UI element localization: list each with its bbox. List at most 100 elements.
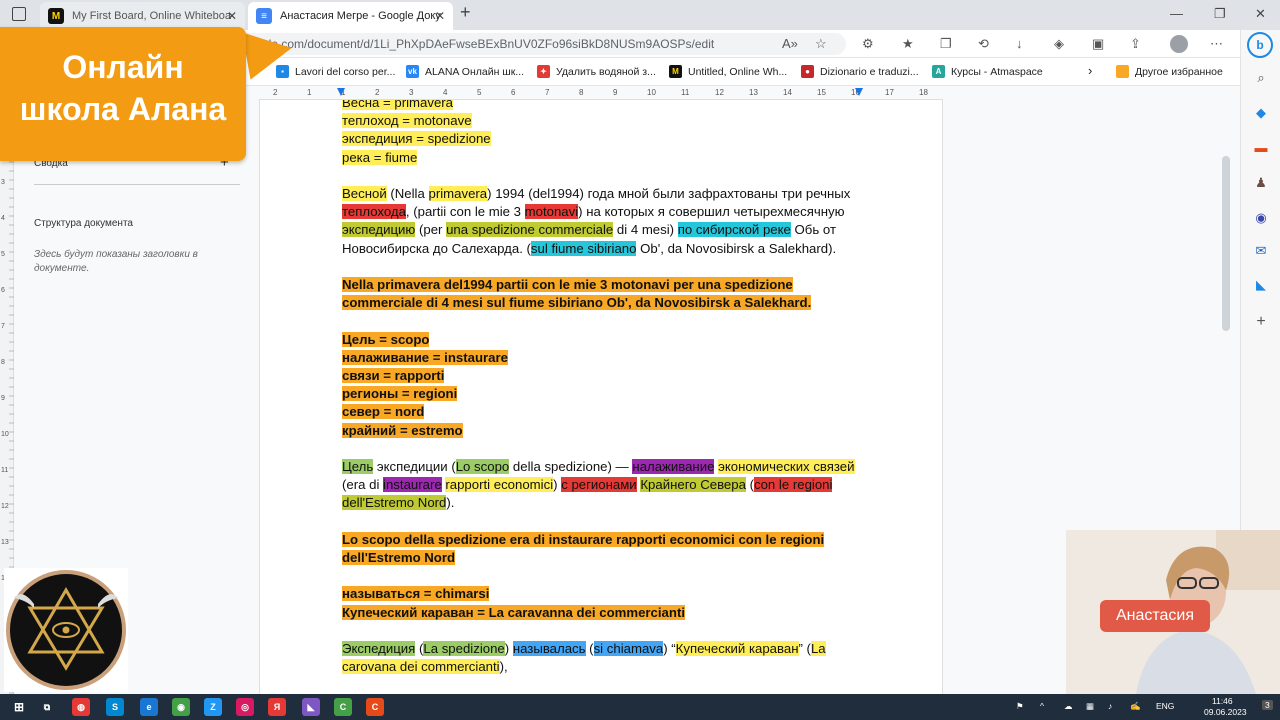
- tab-miro[interactable]: M My First Board, Online Whiteboa ✕: [40, 2, 245, 30]
- scrollbar[interactable]: [1222, 156, 1230, 331]
- paragraph: Весной (Nella primavera) 1994 (del1994) …: [342, 185, 862, 258]
- yandex-browser-icon[interactable]: Я: [268, 698, 286, 716]
- chevron-up-icon[interactable]: ^: [1040, 701, 1044, 711]
- people-icon[interactable]: ⚑: [1016, 701, 1024, 712]
- cloud-icon[interactable]: ☁: [1064, 701, 1073, 712]
- zoom-icon[interactable]: Z: [204, 698, 222, 716]
- bing-icon[interactable]: b: [1247, 32, 1273, 58]
- favorite-item[interactable]: ● Dizionario e traduzi...: [801, 65, 919, 78]
- history-icon[interactable]: ⟲: [978, 36, 989, 52]
- volume-icon[interactable]: ♪: [1108, 701, 1112, 711]
- camtasia-green-icon[interactable]: C: [334, 698, 352, 716]
- profile-avatar[interactable]: [1170, 35, 1188, 53]
- text-run: di 4 mesi): [613, 222, 678, 238]
- banner-line: Онлайн: [62, 49, 184, 85]
- text-run: ) на которых я совершил четырехмесячную: [578, 204, 845, 220]
- ruler-number: 13: [749, 88, 758, 97]
- visual-studio-icon[interactable]: ◣: [302, 698, 320, 716]
- performance-icon[interactable]: ◈: [1054, 36, 1064, 52]
- chrome-icon[interactable]: ◉: [172, 698, 190, 716]
- text-run: по сибирской реке: [677, 222, 791, 238]
- vocab-line: называться = chimarsi: [342, 586, 490, 602]
- ruler-number: 4: [1, 215, 5, 222]
- text-run: Экспедиция: [342, 640, 416, 656]
- shopping-icon[interactable]: ◆: [1253, 105, 1269, 121]
- ruler-number: 2: [273, 88, 278, 97]
- lang-indicator[interactable]: ENG: [1156, 701, 1174, 711]
- search-icon[interactable]: ⌕: [1253, 70, 1269, 86]
- text-run: Lo scopo: [455, 459, 510, 474]
- task-view-icon[interactable]: ⧉: [38, 698, 56, 716]
- notification-badge[interactable]: 3: [1262, 700, 1273, 710]
- vocab-line: регионы = regioni: [342, 386, 458, 402]
- tools-icon[interactable]: ▬: [1253, 140, 1269, 156]
- url-field[interactable]: google.com/document/d/1Li_PhXpDAeFwseBEx…: [236, 33, 846, 55]
- ruler-number: 11: [681, 88, 690, 97]
- language-icon[interactable]: ✍: [1130, 701, 1141, 712]
- text-run: ),: [499, 659, 508, 675]
- text-run: экономических связей: [718, 459, 855, 474]
- tab-actions-icon[interactable]: [12, 7, 26, 21]
- favorites-icon[interactable]: ★: [902, 36, 914, 52]
- collections-icon[interactable]: ❐: [940, 36, 952, 52]
- ruler-number: 15: [817, 88, 826, 97]
- miro-icon: M: [48, 8, 64, 24]
- emblem-logo: [4, 568, 128, 692]
- minimize-button[interactable]: —: [1170, 6, 1183, 21]
- windows-taskbar: ⊞ ⧉ ◍ S e ◉ Z ◎ Я ◣ C C ⚑ ^ ☁ ▦ ♪ ✍ ENG …: [0, 694, 1280, 720]
- games-icon[interactable]: ♟: [1253, 175, 1269, 191]
- close-tab-icon[interactable]: ✕: [435, 9, 445, 23]
- app-taskbar-icon[interactable]: ◍: [72, 698, 90, 716]
- more-menu-icon[interactable]: ⋯: [1210, 36, 1223, 52]
- text-run: ).: [446, 495, 455, 511]
- network-icon[interactable]: ▦: [1086, 701, 1094, 712]
- ruler-number: 10: [1, 431, 9, 438]
- tab-title: Анастасия Мегре - Google Доку: [280, 10, 441, 22]
- text-run: (: [745, 477, 754, 493]
- favorite-item[interactable]: vk ALANA Онлайн шк...: [406, 65, 524, 78]
- vocab-line: экспедиция = spedizione: [342, 131, 491, 147]
- favorite-star-icon[interactable]: ☆: [815, 36, 827, 52]
- other-favorites-folder[interactable]: Другое избранное: [1116, 65, 1223, 78]
- close-window-button[interactable]: ✕: [1255, 6, 1266, 22]
- text-run: Ob', da Novosibirsk a Salekhard).: [636, 240, 837, 256]
- ruler-number: 7: [545, 88, 550, 97]
- new-tab-button[interactable]: +: [460, 2, 471, 23]
- send-icon[interactable]: ◣: [1253, 277, 1269, 293]
- text-run: ) 1994 (del1994) года мной были зафрахто…: [487, 186, 851, 201]
- favorite-item[interactable]: ✦ Удалить водяной з...: [537, 65, 656, 78]
- ruler-number: 6: [1, 287, 5, 294]
- read-aloud-icon[interactable]: A»: [782, 36, 798, 51]
- office-icon[interactable]: ◉: [1253, 210, 1269, 226]
- text-run: Цель: [342, 459, 374, 474]
- sidebar-toggle-icon[interactable]: ▣: [1092, 36, 1104, 52]
- ruler-number: 5: [477, 88, 482, 97]
- favorite-item[interactable]: M Untitled, Online Wh...: [669, 65, 787, 78]
- document-text[interactable]: Весна = primavera теплоход = motonave эк…: [342, 100, 862, 676]
- document-page[interactable]: Весна = primavera теплоход = motonave эк…: [259, 100, 943, 694]
- outlook-icon[interactable]: ✉: [1253, 243, 1269, 259]
- downloads-icon[interactable]: ↓: [1016, 36, 1023, 51]
- windows-start-icon[interactable]: ⊞: [10, 698, 28, 716]
- instagram-icon[interactable]: ◎: [236, 698, 254, 716]
- ruler-number: 12: [1, 503, 9, 510]
- clock-time[interactable]: 11:46: [1212, 696, 1233, 706]
- edge-icon[interactable]: e: [140, 698, 158, 716]
- skype-icon[interactable]: S: [106, 698, 124, 716]
- chevron-right-icon[interactable]: ›: [1088, 63, 1092, 78]
- favorite-item[interactable]: A Курсы - Atmaspace: [932, 65, 1043, 78]
- restore-button[interactable]: ❐: [1214, 6, 1226, 22]
- extensions-icon[interactable]: ⚙: [862, 36, 874, 52]
- vocab-line: Купеческий караван = La caravanna dei co…: [342, 604, 686, 620]
- clock-date[interactable]: 09.06.2023: [1204, 707, 1247, 717]
- vocab-line: Весна = primavera: [342, 100, 453, 110]
- ruler-number: 10: [647, 88, 656, 97]
- close-tab-icon[interactable]: ✕: [227, 9, 237, 23]
- participant-name-tag: Анастасия: [1100, 600, 1210, 632]
- text-run: Крайнего Севера: [640, 477, 746, 493]
- text-run: Купеческий караван: [675, 640, 799, 656]
- add-icon[interactable]: +: [1253, 314, 1269, 330]
- emblem-graphic: [6, 570, 126, 690]
- camtasia-recorder-icon[interactable]: C: [366, 698, 384, 716]
- share-icon[interactable]: ⇪: [1130, 36, 1141, 52]
